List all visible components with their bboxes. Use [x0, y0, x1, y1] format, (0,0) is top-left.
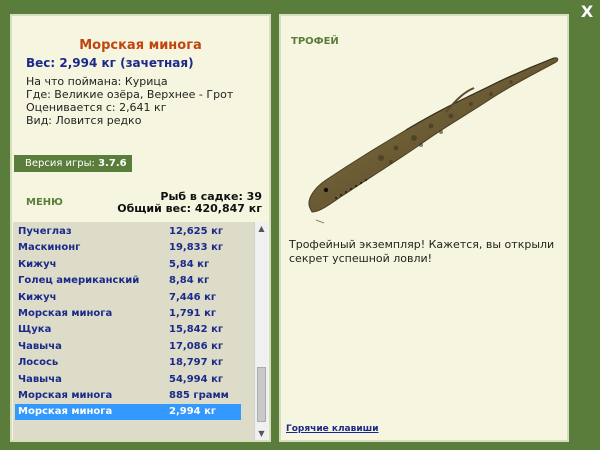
catch-list-item[interactable]: Голец американский 8,84 кг [15, 273, 241, 289]
catch-fish-weight: 12,625 кг [169, 226, 224, 237]
catch-fish-weight: 1,791 кг [169, 308, 217, 319]
catch-list-item[interactable]: Кижуч 5,84 кг [15, 257, 241, 273]
catch-list-item[interactable]: Щука 15,842 кг [15, 322, 241, 338]
catch-list-item[interactable]: Маскинонг 19,833 кг [15, 240, 241, 256]
catch-fish-name: Щука [18, 324, 52, 336]
catch-fish-weight: 18,797 кг [169, 357, 224, 369]
menu-button[interactable]: МЕНЮ [26, 197, 63, 208]
fish-name: Морская минога [79, 38, 202, 53]
catch-list-item[interactable]: Лосось 18,797 кг [15, 355, 241, 371]
catch-fish-weight: 54,994 кг [169, 373, 224, 385]
fish-bait: На что поймана: Курица [26, 75, 168, 88]
trophy-message: Трофейный экземпляр! Кажется, вы открыли… [289, 238, 555, 265]
fish-kind: Вид: Ловится редко [26, 114, 142, 127]
catch-fish-name: Маскинонг [18, 242, 81, 254]
total-weight: Общий вес: 420,847 кг [117, 202, 262, 215]
catch-fish-name: Морская минога [18, 308, 113, 319]
catch-list-item[interactable]: Пучеглаз 12,625 кг [15, 224, 241, 240]
version-label: Версия игры: [25, 158, 95, 169]
catch-fish-weight: 5,84 кг [169, 258, 210, 270]
catch-list-item[interactable]: Чавыча 17,086 кг [15, 339, 241, 355]
catch-fish-name: Чавыча [18, 373, 62, 385]
catch-fish-name: Морская минога [18, 406, 113, 418]
catch-list-item[interactable]: Морская минога 1,791 кг [15, 306, 241, 322]
catch-fish-weight: 7,446 кг [169, 291, 217, 303]
catch-fish-name: Лосось [18, 357, 59, 369]
catch-fish-weight: 2,994 кг [169, 406, 217, 418]
catch-fish-name: Кижуч [18, 258, 57, 270]
catch-fish-name: Морская минога [18, 390, 113, 401]
fish-weight: Вес: 2,994 кг (зачетная) [26, 56, 194, 70]
lamprey-fish-image [308, 57, 559, 224]
catch-fish-weight: 8,84 кг [169, 275, 210, 287]
catch-list-item[interactable]: Чавыча 54,994 кг [15, 372, 241, 388]
scroll-thumb[interactable] [257, 367, 266, 422]
catch-fish-name: Пучеглаз [18, 226, 72, 237]
version-value: 3.7.6 [98, 158, 127, 169]
trophy-panel: ТРОФЕЙ Трофейный экземпляр! Кажется, вы … [279, 14, 569, 442]
catch-fish-weight: 885 грамм [169, 390, 229, 401]
catch-fish-name: Кижуч [18, 291, 57, 303]
scroll-down-icon[interactable]: ▼ [255, 427, 268, 440]
catch-list-item[interactable]: Морская минога 2,994 кг [15, 404, 241, 421]
scroll-up-icon[interactable]: ▲ [255, 222, 268, 235]
catch-list-scrollbar[interactable]: ▲ ▼ [254, 222, 268, 440]
catch-list-item[interactable]: Морская минога 885 грамм [15, 388, 241, 404]
hotkeys-link[interactable]: Горячие клавиши [286, 424, 379, 434]
catch-list[interactable]: Пучеглаз 12,625 кг Маскинонг 19,833 кг Кижуч… [13, 222, 268, 440]
catch-fish-weight: 15,842 кг [169, 324, 224, 336]
catch-fish-name: Голец американский [18, 275, 140, 287]
game-version: Версия игры: 3.7.6 [14, 155, 132, 172]
close-button[interactable]: X [578, 3, 596, 21]
fish-location: Где: Великие озёра, Верхнее - Грот [26, 88, 234, 101]
catch-fish-name: Чавыча [18, 340, 62, 352]
catch-fish-weight: 19,833 кг [169, 242, 224, 254]
catch-list-item[interactable]: Кижуч 7,446 кг [15, 290, 241, 306]
catch-fish-weight: 17,086 кг [169, 340, 224, 352]
fish-valued-from: Оценивается с: 2,641 кг [26, 101, 167, 114]
